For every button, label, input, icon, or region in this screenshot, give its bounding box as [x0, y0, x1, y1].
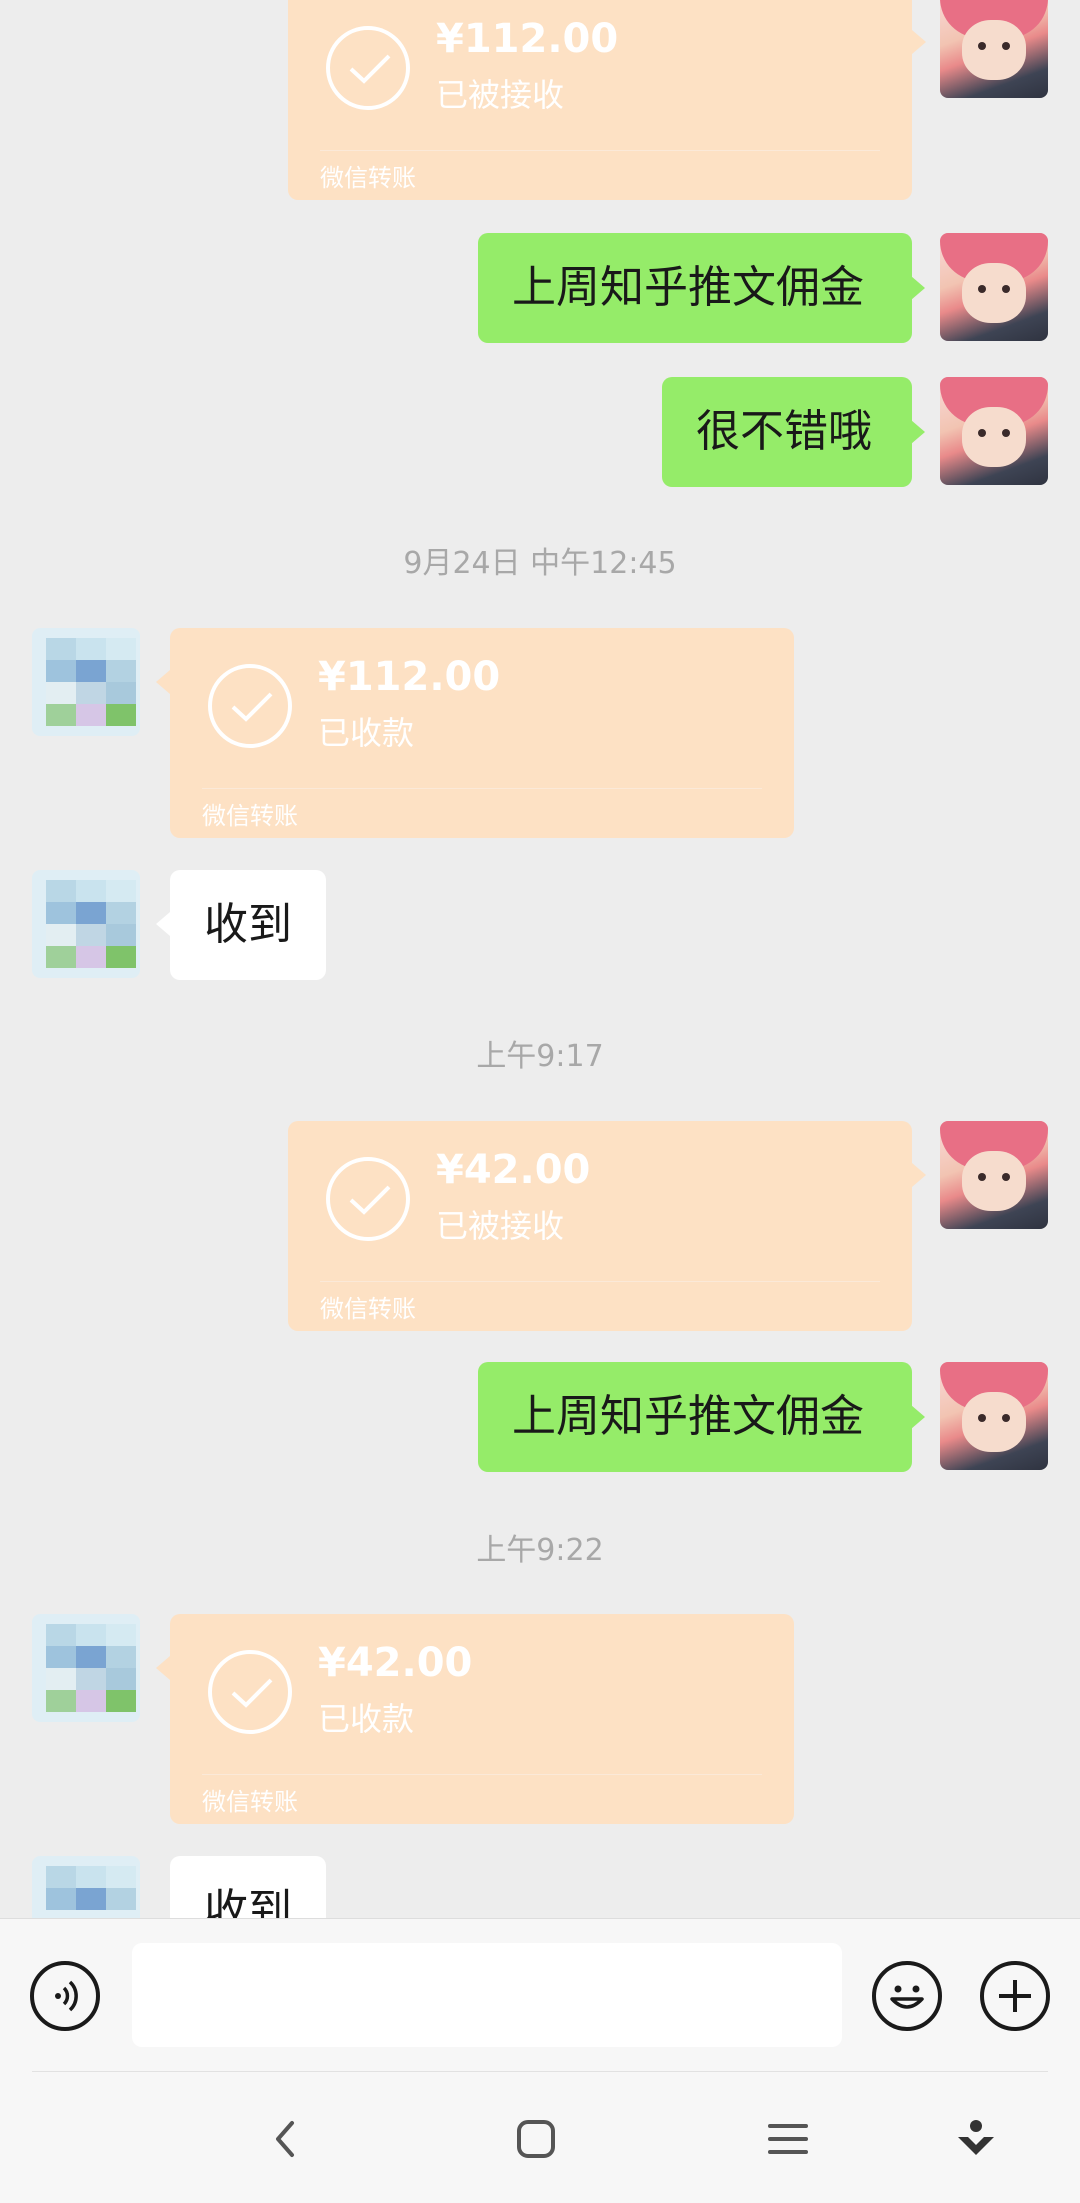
transfer-amount: ¥112.00 — [318, 654, 501, 700]
check-circle-icon — [326, 1157, 410, 1241]
bubble-tail — [912, 30, 926, 54]
plus-icon[interactable] — [980, 1961, 1050, 2031]
back-icon[interactable] — [256, 2109, 316, 2169]
emoji-icon[interactable] — [872, 1961, 942, 2031]
bubble-tail — [911, 276, 925, 300]
contact-avatar[interactable] — [32, 870, 140, 978]
bubble-tail — [156, 1656, 170, 1680]
contact-avatar[interactable] — [32, 1614, 140, 1722]
contact-avatar[interactable] — [32, 1856, 140, 1918]
message-bubble-sent[interactable]: 上周知乎推文佣金 — [478, 233, 912, 343]
transfer-amount: ¥42.00 — [436, 1147, 591, 1193]
bubble-tail — [911, 420, 925, 444]
transfer-brand: 微信转账 — [202, 1788, 298, 1816]
bubble-tail — [156, 912, 170, 936]
my-avatar[interactable] — [940, 1362, 1048, 1470]
message-bubble-received[interactable]: 收到 — [170, 870, 326, 980]
transfer-brand: 微信转账 — [320, 1295, 416, 1323]
transfer-brand: 微信转账 — [320, 164, 416, 192]
assist-icon[interactable] — [946, 2109, 1006, 2169]
divider — [320, 150, 880, 151]
transfer-status: 已被接收 — [436, 1207, 565, 1245]
timestamp: 9月24日 中午12:45 — [403, 546, 677, 581]
transfer-status: 已收款 — [318, 714, 415, 752]
my-avatar[interactable] — [940, 0, 1048, 98]
check-circle-icon — [326, 26, 410, 110]
transfer-amount: ¥112.00 — [436, 16, 619, 62]
message-bubble-sent[interactable]: 上周知乎推文佣金 — [478, 1362, 912, 1472]
transfer-card-received[interactable]: ¥42.00 已收款 微信转账 — [170, 1614, 794, 1824]
contact-avatar[interactable] — [32, 628, 140, 736]
message-bubble-received[interactable]: 收到 — [170, 1856, 326, 1918]
transfer-card-received[interactable]: ¥112.00 已收款 微信转账 — [170, 628, 794, 838]
transfer-brand: 微信转账 — [202, 802, 298, 830]
chat-area[interactable]: ¥112.00 已被接收 微信转账 上周知乎推文佣金 很不错哦 9月24日 中午… — [0, 0, 1080, 1918]
check-circle-icon — [208, 1650, 292, 1734]
transfer-card-sent[interactable]: ¥42.00 已被接收 微信转账 — [288, 1121, 912, 1331]
divider — [32, 2071, 1048, 2072]
timestamp: 上午9:22 — [476, 1533, 604, 1568]
divider — [320, 1281, 880, 1282]
my-avatar[interactable] — [940, 233, 1048, 341]
check-circle-icon — [208, 664, 292, 748]
transfer-card-sent[interactable]: ¥112.00 已被接收 微信转账 — [288, 0, 912, 200]
bubble-tail — [911, 1405, 925, 1429]
bubble-tail — [912, 1163, 926, 1187]
bottom-bar — [0, 1918, 1080, 2203]
timestamp: 上午9:17 — [476, 1039, 604, 1074]
transfer-status: 已收款 — [318, 1700, 415, 1738]
voice-icon[interactable] — [30, 1961, 100, 2031]
bubble-tail — [156, 670, 170, 694]
menu-icon[interactable] — [758, 2109, 818, 2169]
transfer-amount: ¥42.00 — [318, 1640, 473, 1686]
my-avatar[interactable] — [940, 1121, 1048, 1229]
transfer-status: 已被接收 — [436, 76, 565, 114]
message-input[interactable] — [132, 1943, 842, 2047]
home-icon[interactable] — [506, 2109, 566, 2169]
my-avatar[interactable] — [940, 377, 1048, 485]
divider — [202, 1774, 762, 1775]
message-bubble-sent[interactable]: 很不错哦 — [662, 377, 912, 487]
divider — [202, 788, 762, 789]
